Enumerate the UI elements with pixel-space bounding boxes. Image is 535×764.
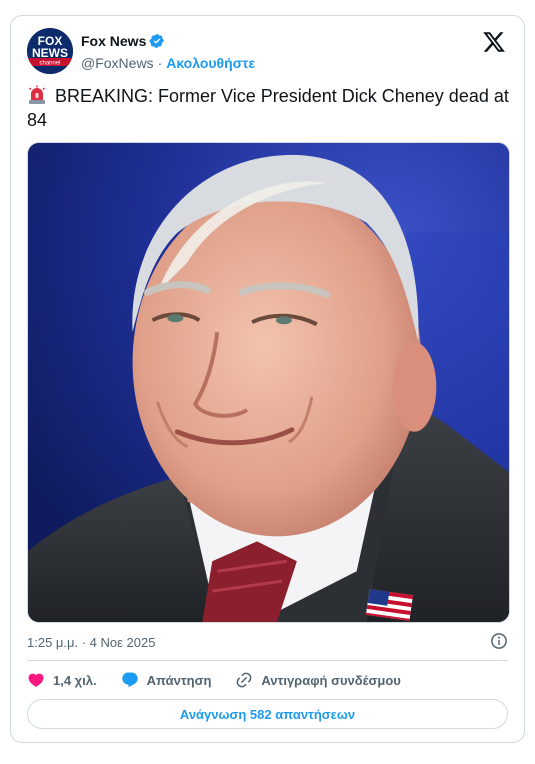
- post-photo[interactable]: [27, 142, 510, 623]
- svg-text:NEWS: NEWS: [32, 46, 68, 60]
- account-names: Fox News @FoxNews · Ακολουθήστε: [81, 31, 255, 73]
- post-text-content: BREAKING: Former Vice President Dick Che…: [27, 86, 509, 130]
- read-replies-label: Ανάγνωση 582 απαντήσεων: [179, 706, 356, 722]
- link-icon: [237, 672, 252, 688]
- verified-badge-icon: [149, 34, 165, 48]
- post-text: BREAKING: Former Vice President Dick Che…: [27, 84, 517, 132]
- read-replies-button[interactable]: Ανάγνωση 582 απαντήσεων: [27, 699, 508, 729]
- copy-link-button[interactable]: Αντιγραφή συνδέσμου: [235, 671, 401, 689]
- timestamp[interactable]: 1:25 μ.μ. · 4 Νοε 2025: [27, 635, 155, 650]
- follow-button[interactable]: Ακολουθήστε: [166, 55, 255, 71]
- like-count: 1,4 χιλ.: [53, 672, 97, 688]
- avatar[interactable]: FOX NEWS channel: [27, 28, 73, 74]
- speech-bubble-icon: [121, 672, 138, 688]
- embedded-post-card: FOX NEWS channel Fox News @FoxNews · Ακο…: [10, 15, 525, 743]
- siren-emoji-icon: [29, 85, 45, 104]
- portrait-photo: [28, 143, 509, 622]
- heart-icon: [28, 673, 44, 687]
- info-icon[interactable]: [490, 632, 508, 650]
- handle[interactable]: @FoxNews: [81, 55, 154, 71]
- svg-text:channel: channel: [39, 61, 60, 67]
- separator: ·: [157, 55, 163, 71]
- post-header: FOX NEWS channel Fox News @FoxNews · Ακο…: [27, 28, 510, 76]
- fox-news-logo: FOX NEWS channel: [27, 28, 73, 74]
- x-logo-icon[interactable]: [482, 30, 506, 54]
- copy-link-label: Αντιγραφή συνδέσμου: [261, 672, 401, 688]
- display-name[interactable]: Fox News: [81, 33, 146, 49]
- post-meta: 1:25 μ.μ. · 4 Νοε 2025: [27, 632, 508, 652]
- divider: [27, 660, 508, 661]
- reply-label: Απάντηση: [146, 672, 212, 688]
- post-actions: 1,4 χιλ. Απάντηση Αντιγραφή συνδέσμου: [27, 668, 508, 692]
- reply-button[interactable]: Απάντηση: [121, 671, 212, 689]
- like-button[interactable]: 1,4 χιλ.: [27, 671, 97, 689]
